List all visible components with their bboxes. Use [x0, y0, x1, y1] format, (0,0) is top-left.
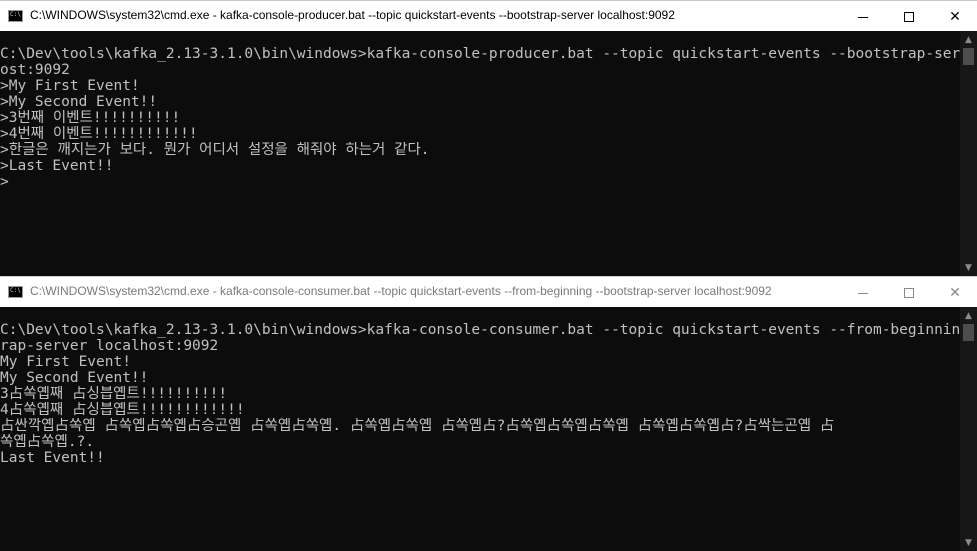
producer-scrollbar[interactable]: ▲ ▼ — [960, 31, 977, 276]
producer-console[interactable]: C:\Dev\tools\kafka_2.13-3.1.0\bin\window… — [0, 31, 960, 276]
console-line: >4번째 이벤트!!!!!!!!!!!! — [0, 126, 198, 142]
minimize-icon — [858, 17, 868, 18]
console-line: C:\Dev\tools\kafka_2.13-3.1.0\bin\window… — [0, 322, 960, 338]
close-icon: ✕ — [949, 8, 961, 25]
minimize-button[interactable] — [840, 1, 886, 32]
minimize-button[interactable] — [840, 277, 886, 308]
close-button[interactable]: ✕ — [932, 1, 977, 32]
consumer-window-title: C:\WINDOWS\system32\cmd.exe - kafka-cons… — [30, 284, 772, 298]
console-line: 3占쏙옙째 占싱븝옙트!!!!!!!!!! — [0, 386, 228, 402]
console-line: 占싼깍옙占쏙옙 占쏙옙占쏙옙占승곤옙 占쏙옙占쏙옙. 占쏙옙占쏙옙 占쏙옙占?占… — [0, 418, 835, 434]
console-line: My First Event! — [0, 354, 131, 370]
console-line: C:\Dev\tools\kafka_2.13-3.1.0\bin\window… — [0, 46, 960, 62]
close-button[interactable]: ✕ — [932, 277, 977, 308]
consumer-titlebar[interactable]: C:\ C:\WINDOWS\system32\cmd.exe - kafka-… — [0, 276, 977, 307]
producer-window[interactable]: C:\ C:\WINDOWS\system32\cmd.exe - kafka-… — [0, 0, 977, 276]
producer-titlebar[interactable]: C:\ C:\WINDOWS\system32\cmd.exe - kafka-… — [0, 0, 977, 31]
scroll-down-arrow-icon[interactable]: ▼ — [960, 534, 977, 551]
console-line: Last Event!! — [0, 450, 105, 466]
console-line: >3번째 이벤트!!!!!!!!!! — [0, 110, 181, 126]
consumer-window[interactable]: C:\ C:\WINDOWS\system32\cmd.exe - kafka-… — [0, 276, 977, 551]
cmd-icon: C:\ — [8, 286, 23, 298]
cmd-icon-text: C:\ — [10, 11, 21, 18]
maximize-button[interactable] — [886, 1, 932, 32]
cmd-icon-text: C:\ — [10, 287, 21, 294]
close-icon: ✕ — [949, 284, 961, 301]
console-line: 4占쏙옙째 占싱븝옙트!!!!!!!!!!!! — [0, 402, 245, 418]
cmd-icon: C:\ — [8, 10, 23, 22]
producer-window-title: C:\WINDOWS\system32\cmd.exe - kafka-cons… — [30, 8, 675, 22]
console-line: My Second Event!! — [0, 370, 149, 386]
scroll-thumb[interactable] — [963, 48, 974, 65]
consumer-scrollbar[interactable]: ▲ ▼ — [960, 307, 977, 551]
scroll-up-arrow-icon[interactable]: ▲ — [960, 31, 977, 48]
maximize-button[interactable] — [886, 277, 932, 308]
scroll-up-arrow-icon[interactable]: ▲ — [960, 307, 977, 324]
console-line: >한글은 깨지는가 보다. 뭔가 어디서 설정을 해줘야 하는거 같다. — [0, 142, 430, 158]
console-line: >Last Event!! — [0, 158, 114, 174]
console-line: 쏙옙占쏙옙.?. — [0, 434, 95, 450]
maximize-icon — [904, 11, 914, 22]
scroll-thumb[interactable] — [963, 324, 974, 341]
maximize-icon — [904, 287, 914, 298]
console-line: >My Second Event!! — [0, 94, 158, 110]
console-line: rap-server localhost:9092 — [0, 338, 219, 354]
scroll-down-arrow-icon[interactable]: ▼ — [960, 259, 977, 276]
minimize-icon — [858, 293, 868, 294]
consumer-console[interactable]: C:\Dev\tools\kafka_2.13-3.1.0\bin\window… — [0, 307, 960, 551]
console-line: ost:9092 — [0, 62, 70, 78]
console-line: >My First Event! — [0, 78, 140, 94]
console-prompt-line[interactable]: > — [0, 174, 960, 190]
